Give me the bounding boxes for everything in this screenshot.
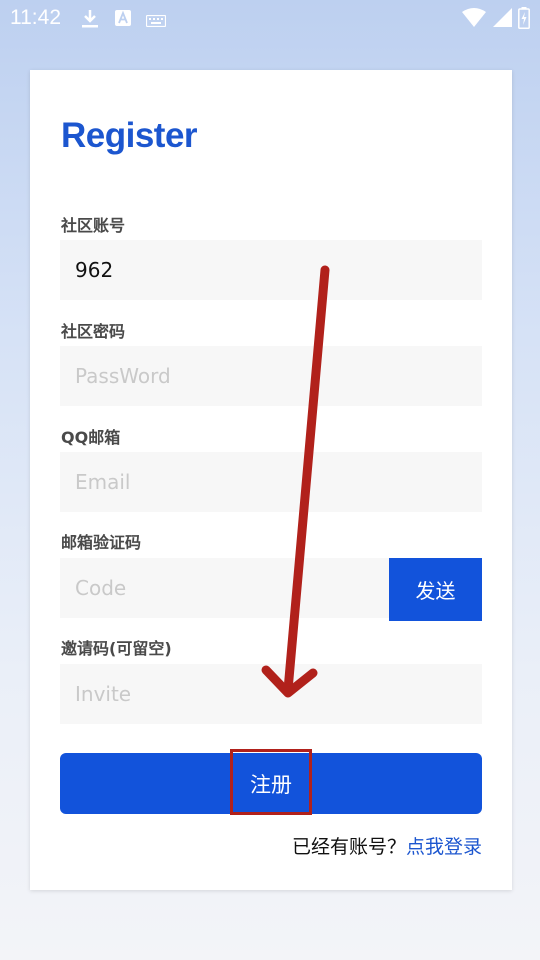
invite-input[interactable]	[60, 664, 482, 724]
signal-icon	[492, 8, 512, 32]
send-code-button[interactable]: 发送	[389, 558, 482, 621]
invite-label: 邀请码(可留空)	[61, 639, 172, 658]
password-label: 社区密码	[61, 322, 126, 341]
code-input[interactable]	[60, 558, 389, 618]
battery-charging-icon	[518, 7, 530, 33]
keyboard-icon	[145, 12, 167, 31]
register-card: Register 社区账号 社区密码 QQ邮箱 邮箱验证码 发送 邀请码(可留空…	[30, 70, 512, 890]
email-label: QQ邮箱	[61, 428, 121, 447]
register-button[interactable]: 注册	[60, 753, 482, 814]
download-icon	[80, 8, 100, 34]
login-prompt: 已经有账号？	[291, 836, 406, 858]
wifi-icon	[462, 8, 486, 32]
account-label: 社区账号	[61, 216, 126, 235]
status-bar: 11:42	[0, 0, 540, 36]
status-time: 11:42	[10, 6, 61, 29]
login-link[interactable]: 点我登录	[406, 836, 482, 858]
email-input[interactable]	[60, 452, 482, 512]
password-input[interactable]	[60, 346, 482, 406]
account-input[interactable]	[60, 240, 482, 300]
code-label: 邮箱验证码	[61, 533, 142, 552]
keyboard-a-icon	[115, 10, 131, 30]
page-title: Register	[61, 116, 198, 155]
login-row: 已经有账号？点我登录	[292, 832, 482, 859]
